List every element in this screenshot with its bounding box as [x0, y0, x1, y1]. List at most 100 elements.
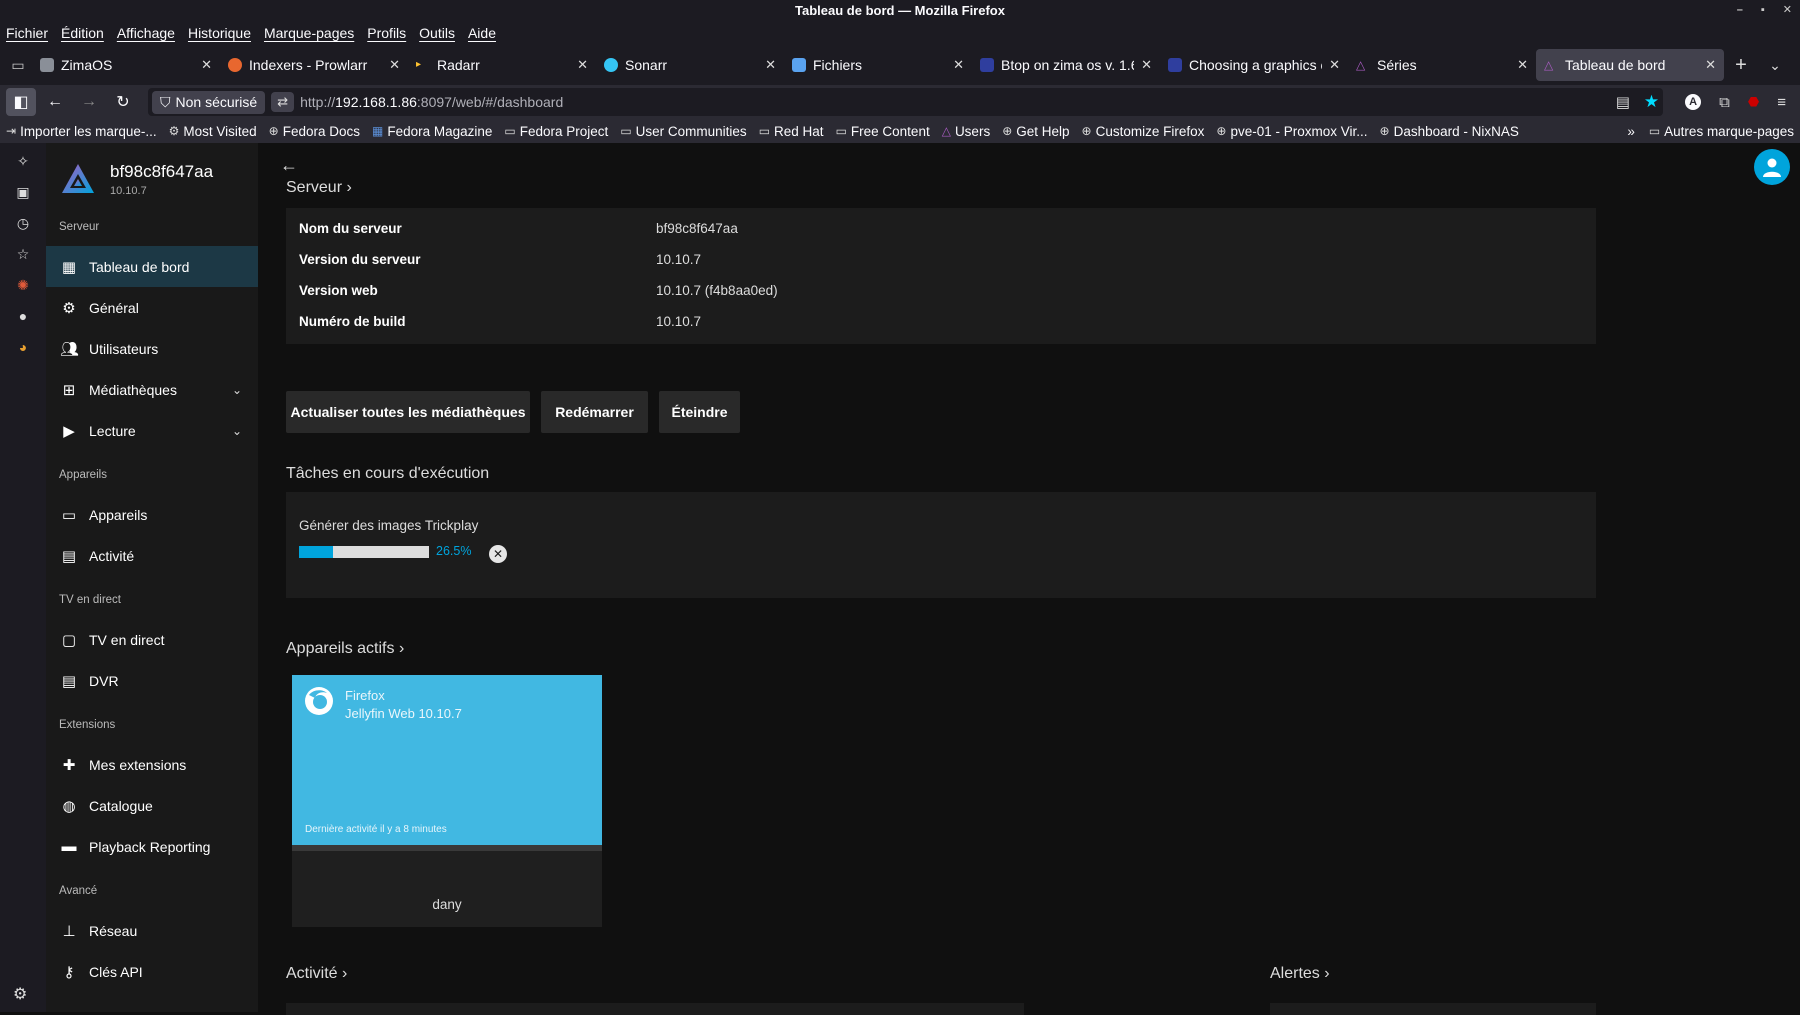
- sonarr-favicon-icon: [604, 58, 618, 72]
- reload-button[interactable]: ↻: [108, 88, 138, 116]
- site-security-button[interactable]: ⛉ Non sécurisé: [152, 90, 266, 114]
- back-arrow-icon[interactable]: ←: [280, 155, 298, 176]
- tab-radarr[interactable]: ▸ Radarr ✕: [408, 49, 596, 81]
- tab-series[interactable]: △ Séries ✕: [1348, 49, 1536, 81]
- tab-tableau-de-bord[interactable]: △ Tableau de bord ✕: [1536, 49, 1724, 81]
- url-text[interactable]: http://192.168.1.86:8097/web/#/dashboard: [300, 94, 1610, 110]
- extension-red-icon[interactable]: ✺: [13, 277, 33, 295]
- list-all-tabs-icon[interactable]: ⌄: [1758, 57, 1792, 74]
- bookmark-other[interactable]: ▭ Autres marque-pages: [1649, 124, 1794, 139]
- forward-button[interactable]: →: [74, 88, 104, 116]
- maximize-button[interactable]: ▪: [1761, 0, 1765, 21]
- bookmark-fedora-project[interactable]: ▭ Fedora Project: [504, 124, 608, 139]
- synced-tabs-icon[interactable]: ▣: [13, 184, 33, 202]
- close-icon[interactable]: ✕: [1329, 57, 1340, 73]
- menu-outils[interactable]: Outils: [419, 25, 455, 41]
- new-tab-button[interactable]: +: [1724, 54, 1758, 77]
- chevron-down-icon[interactable]: ⌄: [232, 383, 242, 397]
- nav-general[interactable]: ⚙ Général: [46, 287, 258, 328]
- bookmark-fedora-magazine[interactable]: ▦ Fedora Magazine: [372, 124, 492, 139]
- menu-affichage[interactable]: Affichage: [117, 25, 175, 41]
- bookmarks-icon[interactable]: ☆: [13, 246, 33, 264]
- extension-dot-icon[interactable]: ●: [13, 308, 33, 326]
- history-icon[interactable]: ◷: [13, 215, 33, 233]
- permissions-icon[interactable]: ⇄: [271, 92, 295, 112]
- bookmark-pve-01[interactable]: ⊕ pve-01 - Proxmox Vir...: [1216, 124, 1367, 139]
- active-devices-heading[interactable]: Appareils actifs ›: [286, 640, 404, 658]
- close-icon[interactable]: ✕: [1141, 57, 1152, 73]
- globe-icon: ⊕: [1379, 124, 1390, 138]
- tab-zimaos[interactable]: ZimaOS ✕: [32, 49, 220, 81]
- menu-aide[interactable]: Aide: [468, 25, 496, 41]
- menu-fichier[interactable]: Fichier: [6, 25, 48, 41]
- menu-marque-pages[interactable]: Marque-pages: [264, 25, 354, 41]
- chevron-down-icon[interactable]: ⌄: [232, 424, 242, 438]
- bookmark-fedora-docs[interactable]: ⊕ Fedora Docs: [269, 124, 360, 139]
- tab-fichiers[interactable]: Fichiers ✕: [784, 49, 972, 81]
- close-icon[interactable]: ✕: [1517, 57, 1528, 73]
- close-icon[interactable]: ✕: [577, 57, 588, 73]
- bookmark-most-visited[interactable]: ⚙ Most Visited: [169, 124, 257, 139]
- nav-cles-api[interactable]: ⚷ Clés API: [46, 951, 258, 992]
- nav-tableau-de-bord[interactable]: ▦ Tableau de bord: [46, 246, 258, 287]
- bookmark-get-help[interactable]: ⊕ Get Help: [1002, 124, 1069, 139]
- nav-activite[interactable]: ▤ Activité: [46, 535, 258, 576]
- reader-view-icon[interactable]: ▤: [1616, 93, 1630, 111]
- nav-utilisateurs[interactable]: 👥︎ Utilisateurs: [46, 328, 258, 369]
- extension-color-icon[interactable]: ◕: [13, 339, 33, 357]
- nav-dvr[interactable]: ▤ DVR: [46, 660, 258, 701]
- back-button[interactable]: ←: [40, 88, 70, 116]
- nav-tv-en-direct[interactable]: ▢ TV en direct: [46, 619, 258, 660]
- shutdown-button[interactable]: Éteindre: [659, 391, 740, 433]
- nav-reseau[interactable]: ⊥ Réseau: [46, 910, 258, 951]
- bookmark-star-icon[interactable]: ★: [1644, 92, 1659, 112]
- bookmark-dashboard-nixnas[interactable]: ⊕ Dashboard - NixNAS: [1380, 124, 1519, 139]
- close-icon[interactable]: ✕: [1705, 57, 1716, 73]
- menu-historique[interactable]: Historique: [188, 25, 251, 41]
- bookmark-customize-firefox[interactable]: ⊕ Customize Firefox: [1082, 124, 1205, 139]
- chevron-right-double-icon[interactable]: »: [1627, 124, 1635, 139]
- account-icon[interactable]: A: [1685, 94, 1702, 110]
- menu-edition[interactable]: Édition: [61, 25, 104, 41]
- url-bar[interactable]: ⛉ Non sécurisé ⇄ http://192.168.1.86:8097…: [148, 88, 1664, 116]
- server-section-heading[interactable]: Serveur ›: [286, 179, 352, 197]
- menu-hamburger-icon[interactable]: ≡: [1777, 94, 1786, 111]
- insecure-shield-icon: ⛉: [160, 93, 171, 110]
- refresh-libraries-button[interactable]: Actualiser toutes les médiathèques: [286, 391, 530, 433]
- tab-sonarr[interactable]: Sonarr ✕: [596, 49, 784, 81]
- nav-catalogue[interactable]: ◍ Catalogue: [46, 785, 258, 826]
- ublock-origin-icon[interactable]: ⬣: [1748, 94, 1759, 110]
- active-device-card[interactable]: Firefox Jellyfin Web 10.10.7 Dernière ac…: [292, 675, 602, 927]
- tab-prowlarr[interactable]: Indexers - Prowlarr ✕: [220, 49, 408, 81]
- nav-playback-reporting[interactable]: ▬ Playback Reporting: [46, 826, 258, 867]
- cancel-task-close-icon[interactable]: ✕: [489, 545, 507, 563]
- close-icon[interactable]: ✕: [953, 57, 964, 73]
- ai-chatbot-icon[interactable]: ✧: [13, 153, 33, 171]
- close-icon[interactable]: ✕: [201, 57, 212, 73]
- extensions-puzzle-icon[interactable]: ⧉: [1719, 94, 1730, 111]
- alerts-heading[interactable]: Alertes ›: [1270, 965, 1330, 983]
- bookmark-red-hat[interactable]: ▭ Red Hat: [759, 124, 824, 139]
- nav-appareils[interactable]: ▭ Appareils: [46, 494, 258, 535]
- user-avatar[interactable]: [1754, 149, 1790, 185]
- sidebar-settings-icon[interactable]: ⚙: [13, 984, 27, 1004]
- minimize-button[interactable]: –: [1737, 0, 1743, 21]
- tab-btop[interactable]: Btop on zima os v. 1.6. ✕: [972, 49, 1160, 81]
- sidebar-toggle-icon[interactable]: ◧: [6, 88, 36, 116]
- bookmark-users[interactable]: △ Users: [942, 124, 991, 139]
- nav-lecture[interactable]: ▶ Lecture ⌄: [46, 410, 258, 451]
- tab-graphics[interactable]: Choosing a graphics c ✕: [1160, 49, 1348, 81]
- close-icon[interactable]: ✕: [389, 57, 400, 73]
- restart-button[interactable]: Redémarrer: [541, 391, 648, 433]
- globe-icon: ⊕: [268, 124, 279, 138]
- bookmark-import[interactable]: ⇥ Importer les marque-...: [6, 124, 157, 139]
- nav-mediatheques[interactable]: ⊞ Médiathèques ⌄: [46, 369, 258, 410]
- tab-overview-icon[interactable]: ▭: [4, 57, 32, 74]
- nav-mes-extensions[interactable]: ✚ Mes extensions: [46, 744, 258, 785]
- menu-profils[interactable]: Profils: [367, 25, 406, 41]
- activity-heading[interactable]: Activité ›: [286, 965, 347, 983]
- bookmark-user-communities[interactable]: ▭ User Communities: [620, 124, 746, 139]
- close-icon[interactable]: ✕: [765, 57, 776, 73]
- close-window-button[interactable]: ✕: [1783, 0, 1792, 21]
- bookmark-free-content[interactable]: ▭ Free Content: [836, 124, 930, 139]
